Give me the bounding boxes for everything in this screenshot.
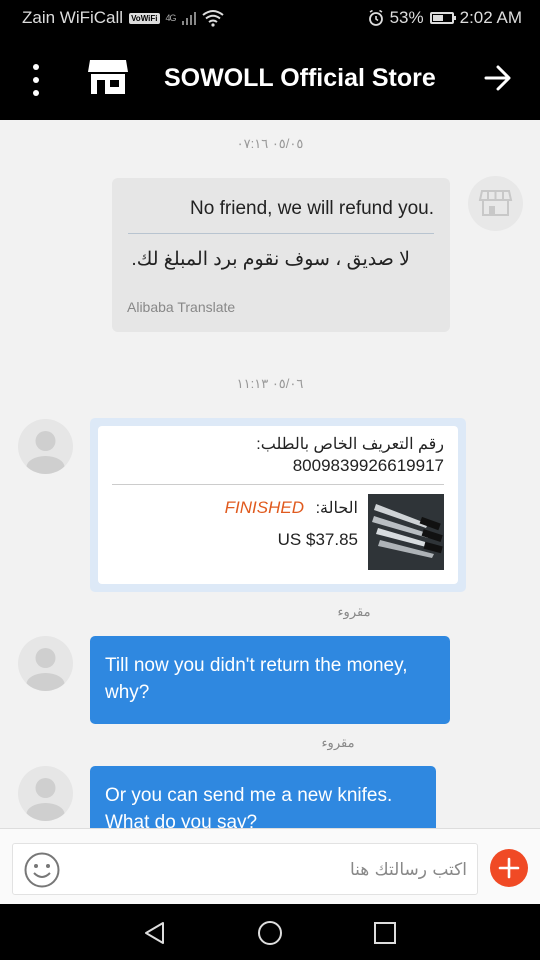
store-title: SOWOLL Official Store xyxy=(164,64,436,92)
app-bar: SOWOLL Official Store xyxy=(0,38,540,120)
alarm-icon xyxy=(368,10,383,26)
translation-divider xyxy=(128,233,434,234)
status-bar-right: 53% 2:02 AM xyxy=(368,8,522,28)
battery-icon xyxy=(429,12,456,24)
message-composer xyxy=(0,828,540,904)
signal-icon xyxy=(181,12,196,25)
user-avatar[interactable] xyxy=(18,419,73,474)
outgoing-message-bubble[interactable]: Till now you didn't return the money, wh… xyxy=(90,636,450,724)
message-timestamp: ٠٥/٠٦ ١١:١٣ xyxy=(236,376,304,391)
more-vertical-icon[interactable] xyxy=(20,60,52,100)
emoji-icon[interactable] xyxy=(23,851,61,889)
plus-icon xyxy=(498,857,520,879)
order-card-body: رقم التعريف الخاص بالطلب: 80098399266199… xyxy=(98,426,458,584)
battery-percent: 53% xyxy=(389,8,424,27)
status-bar-left: Zain WiFiCall VoWiFi 4G xyxy=(22,8,224,28)
vowifi-badge: VoWiFi xyxy=(129,12,160,24)
product-thumbnail[interactable] xyxy=(368,494,444,570)
order-status-value: FINISHED xyxy=(224,498,304,517)
person-icon xyxy=(26,778,65,821)
message-text: Till now you didn't return the money, wh… xyxy=(105,655,408,703)
store-icon xyxy=(478,190,513,216)
carrier-name: Zain WiFiCall xyxy=(22,8,124,27)
network-type: 4G xyxy=(165,13,177,23)
outgoing-message-bubble[interactable]: Or you can send me a new knifes. What do… xyxy=(90,766,436,828)
chat-history[interactable]: ٠٥/٠٥ ٠٧:١٦ No friend, we will refund yo… xyxy=(0,120,540,828)
status-bar: Zain WiFiCall VoWiFi 4G 53% 2:02 AM xyxy=(0,0,540,38)
message-translation: لا صديق ، سوف نقوم برد المبلغ لك. xyxy=(131,249,410,270)
home-circle-icon[interactable] xyxy=(257,920,283,946)
message-text: No friend, we will refund you. xyxy=(190,198,434,219)
system-nav-bar xyxy=(0,904,540,960)
wifi-icon xyxy=(201,10,224,27)
store-icon[interactable] xyxy=(88,58,128,96)
order-id-value: 8009839926619917 xyxy=(292,456,444,475)
person-icon xyxy=(26,648,65,691)
order-price: US $37.85 xyxy=(277,530,358,549)
add-attachment-button[interactable] xyxy=(490,849,528,887)
person-icon xyxy=(26,431,65,474)
user-avatar[interactable] xyxy=(18,766,73,821)
back-triangle-icon[interactable] xyxy=(142,920,168,946)
message-input[interactable] xyxy=(83,854,467,886)
order-id-label: رقم التعريف الخاص بالطلب: xyxy=(256,436,444,453)
clock: 2:02 AM xyxy=(459,8,522,27)
arrow-right-icon[interactable] xyxy=(482,60,514,96)
read-receipt: مقروء xyxy=(321,735,355,750)
incoming-message-bubble[interactable]: No friend, we will refund you. لا صديق ،… xyxy=(112,178,450,332)
order-divider xyxy=(112,484,444,485)
recents-square-icon[interactable] xyxy=(372,920,398,946)
order-card[interactable]: رقم التعريف الخاص بالطلب: 80098399266199… xyxy=(90,418,466,592)
message-input-box[interactable] xyxy=(12,843,478,895)
translation-credit: Alibaba Translate xyxy=(127,299,236,315)
read-receipt: مقروء xyxy=(337,604,371,619)
order-status-label: الحالة: xyxy=(315,500,358,517)
message-text: Or you can send me a new knifes. What do… xyxy=(105,785,393,828)
store-avatar[interactable] xyxy=(468,176,523,231)
message-timestamp: ٠٥/٠٥ ٠٧:١٦ xyxy=(236,136,304,151)
user-avatar[interactable] xyxy=(18,636,73,691)
knife-set-image xyxy=(368,494,444,570)
